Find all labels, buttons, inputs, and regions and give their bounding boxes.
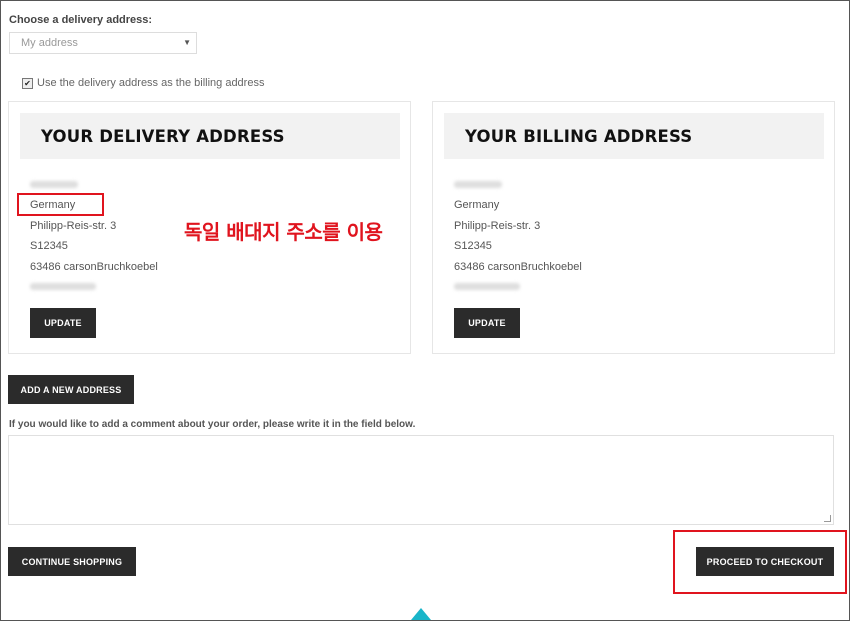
billing-checkbox[interactable]: ✔: [22, 77, 33, 89]
redacted-name: [30, 181, 78, 188]
billing-address-card: YOUR BILLING ADDRESS Germany Philipp-Rei…: [432, 101, 835, 354]
comment-label: If you would like to add a comment about…: [9, 419, 416, 430]
annotation-text: 독일 배대지 주소를 이용: [184, 220, 383, 244]
proceed-to-checkout-button[interactable]: PROCEED TO CHECKOUT: [696, 547, 834, 576]
billing-street: Philipp-Reis-str. 3: [454, 220, 541, 232]
delivery-address-label: Choose a delivery address:: [9, 14, 153, 26]
redacted-phone: [454, 283, 520, 290]
billing-checkbox-label: Use the delivery address as the billing …: [37, 77, 265, 89]
delivery-card-title: YOUR DELIVERY ADDRESS: [20, 113, 400, 159]
chevron-down-icon: ▼: [183, 38, 191, 47]
select-value: My address: [21, 37, 78, 49]
billing-city: 63486 carsonBruchkoebel: [454, 261, 582, 273]
resize-grip-icon[interactable]: [824, 515, 831, 522]
billing-country: Germany: [454, 199, 500, 211]
delivery-update-button[interactable]: UPDATE: [30, 308, 96, 338]
germany-highlight-box: [17, 193, 104, 216]
billing-card-title: YOUR BILLING ADDRESS: [444, 113, 824, 159]
billing-line3: S12345: [454, 240, 492, 252]
comment-textarea[interactable]: [8, 435, 834, 525]
delivery-street: Philipp-Reis-str. 3: [30, 220, 117, 232]
delivery-city: 63486 carsonBruchkoebel: [30, 261, 158, 273]
billing-update-button[interactable]: UPDATE: [454, 308, 520, 338]
add-new-address-button[interactable]: ADD A NEW ADDRESS: [8, 375, 134, 404]
redacted-name: [454, 181, 502, 188]
delivery-address-select[interactable]: My address ▼: [9, 32, 197, 54]
delivery-line3: S12345: [30, 240, 68, 252]
redacted-phone: [30, 283, 96, 290]
scroll-to-top-marker[interactable]: [411, 608, 431, 620]
use-as-billing-option[interactable]: ✔ Use the delivery address as the billin…: [22, 77, 264, 89]
continue-shopping-button[interactable]: CONTINUE SHOPPING: [8, 547, 136, 576]
